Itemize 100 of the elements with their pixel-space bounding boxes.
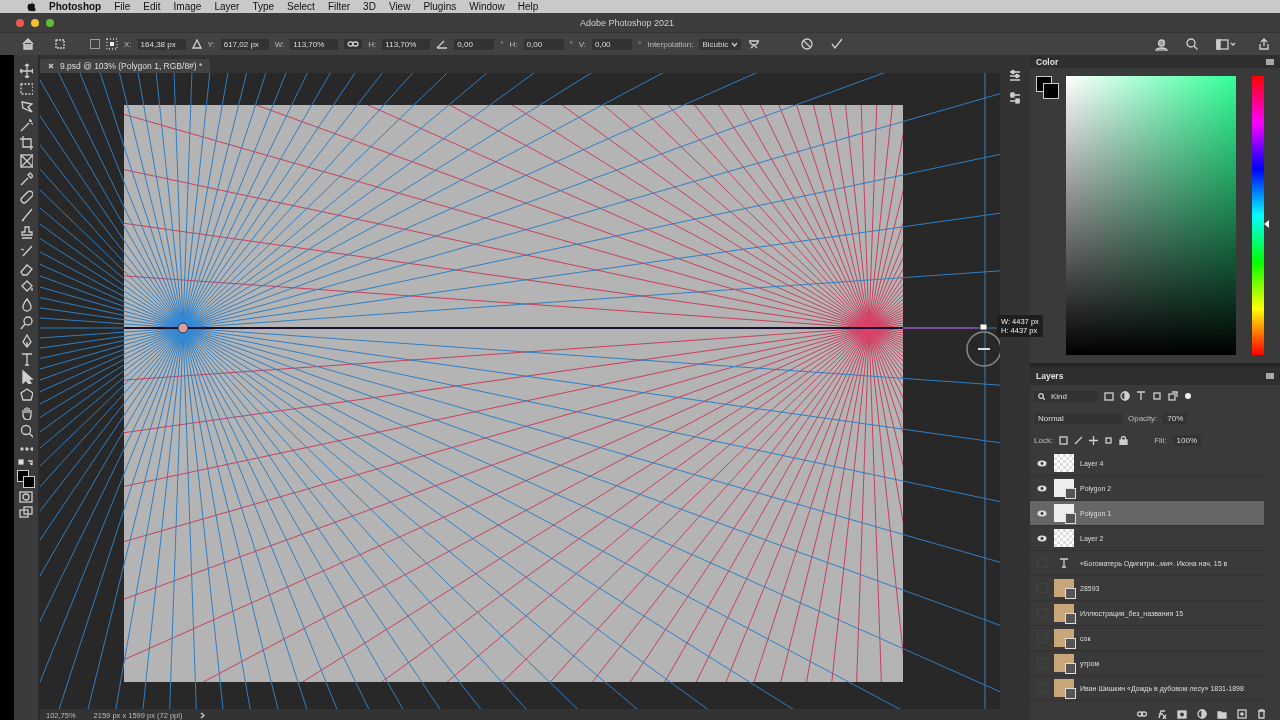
type-icon[interactable] <box>19 351 33 366</box>
value-field[interactable]: 113,70% <box>382 38 431 50</box>
marquee-icon[interactable] <box>19 81 33 96</box>
color-picker-field[interactable] <box>1066 76 1236 355</box>
account-icon[interactable] <box>1155 37 1168 51</box>
adjustment-filter-icon[interactable] <box>1120 391 1130 401</box>
menu-item[interactable]: Image <box>173 1 202 12</box>
value-field[interactable]: 0,00 <box>454 38 495 50</box>
menu-item[interactable]: Plugins <box>423 1 457 12</box>
lasso-icon[interactable] <box>19 99 33 114</box>
warp-icon[interactable] <box>747 38 762 50</box>
layer-style-icon[interactable] <box>1157 709 1167 719</box>
apple-icon[interactable] <box>26 1 36 12</box>
magic-wand-icon[interactable] <box>19 117 33 132</box>
eye-icon[interactable] <box>1037 534 1047 542</box>
transform-handle[interactable] <box>979 323 988 331</box>
menu-item[interactable]: Type <box>252 1 275 12</box>
quick-mask-icon[interactable] <box>19 491 33 503</box>
adjustment-layer-icon[interactable] <box>1197 709 1207 719</box>
bandage-icon[interactable] <box>19 189 33 204</box>
menu-item[interactable]: Help <box>517 1 539 12</box>
adjustments-icon[interactable] <box>1008 69 1022 83</box>
dodge-icon[interactable] <box>19 315 33 330</box>
color-swatches[interactable] <box>17 470 35 488</box>
history-brush-icon[interactable] <box>19 243 33 258</box>
image-filter-icon[interactable] <box>1104 391 1114 401</box>
stamp-icon[interactable] <box>19 225 33 240</box>
minimize-button[interactable] <box>31 18 39 27</box>
zoom-button[interactable] <box>46 18 54 27</box>
workspace-icon[interactable] <box>1216 38 1236 50</box>
lock-position-icon[interactable] <box>1089 435 1099 445</box>
value-field[interactable]: 164,38 px <box>137 38 186 50</box>
search-icon[interactable] <box>1186 38 1198 50</box>
menu-item[interactable]: Edit <box>143 1 161 12</box>
new-layer-icon[interactable] <box>1237 709 1247 719</box>
swap-colors-icon[interactable] <box>18 459 34 467</box>
mask-icon[interactable] <box>1177 709 1187 719</box>
paint-bucket-icon[interactable] <box>19 279 33 294</box>
move-icon[interactable] <box>19 63 33 78</box>
menu-item[interactable]: Filter <box>327 1 351 12</box>
link-icon[interactable] <box>347 40 360 48</box>
folder-icon[interactable] <box>1217 709 1227 719</box>
value-field[interactable]: 113,70% <box>290 38 339 50</box>
type-filter-icon[interactable] <box>1136 391 1146 401</box>
cancel-icon[interactable] <box>801 38 814 50</box>
menu-item[interactable]: 3D <box>363 1 376 12</box>
lock-brush-icon[interactable] <box>1074 435 1084 445</box>
document-tab[interactable]: 9.psd @ 103% (Polygon 1, RGB/8#) * <box>40 59 211 73</box>
filter-toggle-icon[interactable] <box>1184 392 1192 400</box>
path-selection-icon[interactable] <box>19 369 33 384</box>
home-icon[interactable] <box>22 38 34 50</box>
frame-icon[interactable] <box>19 153 33 168</box>
app-menu[interactable]: Photoshop <box>49 1 102 12</box>
fill-field[interactable]: 100% <box>1172 434 1202 446</box>
value-field[interactable]: 0,00 <box>592 38 632 50</box>
sliders-icon[interactable] <box>1008 91 1022 105</box>
panel-menu-icon[interactable] <box>1266 58 1274 65</box>
close-button[interactable] <box>16 18 24 27</box>
value-field[interactable]: 617,02 px <box>220 38 269 50</box>
hue-slider-thumb[interactable] <box>1264 219 1269 228</box>
blur-icon[interactable] <box>19 297 33 312</box>
reference-point-checkbox[interactable] <box>90 39 100 49</box>
menu-item[interactable]: File <box>114 1 131 12</box>
checkmark-icon[interactable] <box>831 38 844 50</box>
smart-object-filter-icon[interactable] <box>1168 391 1178 401</box>
foreground-background-swatch[interactable] <box>1036 76 1060 100</box>
interpolation-dropdown[interactable]: Bicubic <box>699 38 742 50</box>
eye-icon[interactable] <box>1037 484 1047 492</box>
trash-icon[interactable] <box>1257 709 1266 719</box>
brush-icon[interactable] <box>19 207 33 222</box>
panel-tab[interactable]: Color <box>1036 56 1059 67</box>
shape-filter-icon[interactable] <box>1152 391 1162 401</box>
chevron-right-icon[interactable] <box>200 711 206 719</box>
share-icon[interactable] <box>1258 38 1270 50</box>
eye-icon[interactable] <box>1037 509 1047 517</box>
opacity-field[interactable]: 70% <box>1163 412 1188 424</box>
filter-dropdown[interactable]: Kind <box>1034 390 1098 402</box>
menu-item[interactable]: View <box>388 1 411 12</box>
transform-icon[interactable] <box>54 38 66 50</box>
reference-point-grid-icon[interactable] <box>106 38 118 50</box>
hand-icon[interactable] <box>19 405 33 420</box>
lock-icon[interactable] <box>1119 435 1129 445</box>
link-layers-icon[interactable] <box>1137 710 1147 718</box>
close-icon[interactable] <box>48 63 54 69</box>
lock-artboard-icon[interactable] <box>1104 435 1114 445</box>
crop-icon[interactable] <box>19 135 33 150</box>
eye-icon[interactable] <box>1037 459 1047 467</box>
screen-mode-icon[interactable] <box>19 506 33 518</box>
value-field[interactable]: 0,00 <box>523 38 564 50</box>
polygon-icon[interactable] <box>19 387 33 402</box>
menu-item[interactable]: Layer <box>214 1 240 12</box>
menu-item[interactable]: Select <box>287 1 315 12</box>
opacity-label: Opacity: <box>1128 413 1158 423</box>
menu-item[interactable]: Window <box>469 1 505 12</box>
panel-tab[interactable]: Layers <box>1036 371 1064 381</box>
blend-mode-dropdown[interactable]: Normal <box>1034 412 1122 424</box>
eyedropper-icon[interactable] <box>19 171 33 186</box>
lock-transparency-icon[interactable] <box>1059 435 1069 445</box>
layer-thumbnail <box>1054 579 1074 597</box>
zoom-icon[interactable] <box>19 423 33 438</box>
